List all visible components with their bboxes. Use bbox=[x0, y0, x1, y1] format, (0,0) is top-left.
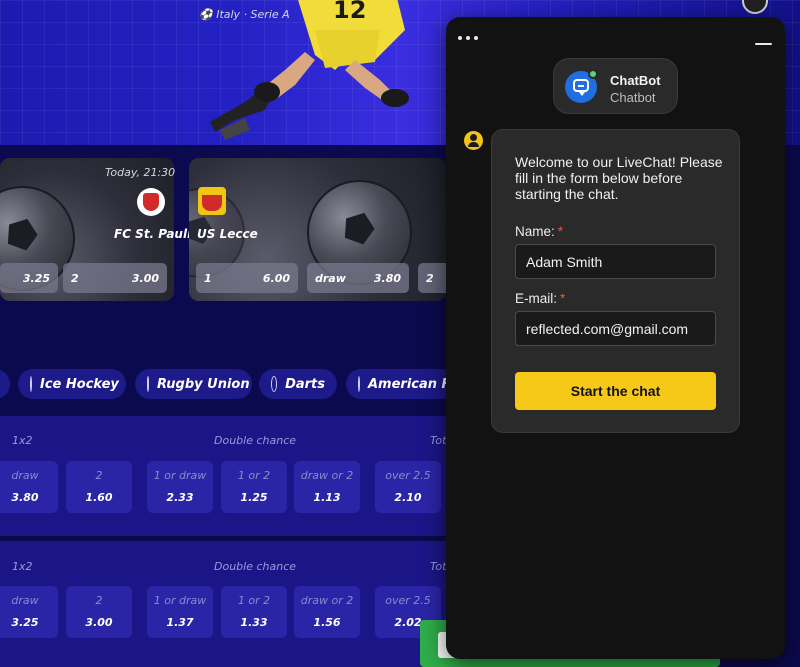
start-chat-button[interactable]: Start the chat bbox=[515, 372, 716, 410]
welcome-message: Welcome to our LiveChat! Please fill in … bbox=[515, 154, 723, 202]
market-header: 1x2 bbox=[12, 434, 33, 447]
american-football-icon bbox=[358, 376, 360, 392]
minimize-icon[interactable] bbox=[752, 34, 776, 54]
team-logo bbox=[137, 188, 165, 216]
agent-header: ChatBot Chatbot bbox=[553, 58, 678, 114]
darts-icon bbox=[271, 376, 278, 392]
league-label: ⚽ Italy · Serie A bbox=[199, 8, 290, 21]
name-field-label: Name: * bbox=[515, 224, 564, 239]
online-status-indicator bbox=[588, 69, 598, 79]
odd-button[interactable]: 1 or draw 2.33 bbox=[147, 461, 213, 513]
player-image: 12 bbox=[210, 0, 409, 140]
sport-chip-darts[interactable]: Darts bbox=[259, 369, 337, 399]
odd-button[interactable]: 2 3.00 bbox=[63, 263, 167, 293]
odd-button[interactable]: 1 or 2 1.33 bbox=[221, 586, 287, 638]
odd-button[interactable]: draw or 2 1.13 bbox=[294, 461, 360, 513]
odd-button[interactable]: draw 3.80 bbox=[0, 461, 58, 513]
odd-button[interactable]: draw 3.80 bbox=[307, 263, 409, 293]
odd-button[interactable]: draw or 2 1.56 bbox=[294, 586, 360, 638]
team-name: FC St. Pauli bbox=[114, 227, 192, 241]
team-logo bbox=[198, 187, 226, 215]
match-time: Today, 21:30 bbox=[105, 166, 176, 179]
prechat-form: Welcome to our LiveChat! Please fill in … bbox=[491, 129, 740, 433]
hockey-icon bbox=[30, 376, 32, 392]
odd-button[interactable]: 2 1.60 bbox=[66, 461, 132, 513]
odd-button[interactable]: 2 3.00 bbox=[66, 586, 132, 638]
odd-button[interactable]: 1 or draw 1.37 bbox=[147, 586, 213, 638]
agent-role: Chatbot bbox=[610, 90, 656, 105]
sport-chip-rugby-union[interactable]: Rugby Union bbox=[135, 369, 252, 399]
sport-chip-ice-hockey[interactable]: Ice Hockey bbox=[18, 369, 126, 399]
football-icon: ⚽ bbox=[199, 8, 217, 21]
required-marker: * bbox=[557, 224, 564, 239]
sport-chip-prev[interactable] bbox=[0, 369, 10, 399]
market-header: 1x2 bbox=[12, 560, 33, 573]
market-header: Double chance bbox=[214, 434, 297, 447]
market-header: Double chance bbox=[214, 560, 297, 573]
livechat-widget: ChatBot Chatbot Welcome to our LiveChat!… bbox=[446, 17, 785, 659]
odd-button[interactable]: 1 or 2 1.25 bbox=[221, 461, 287, 513]
odd-button[interactable]: 3.25 bbox=[0, 263, 58, 293]
agent-name: ChatBot bbox=[610, 73, 661, 88]
chat-bubble-icon bbox=[573, 79, 589, 96]
odd-button[interactable]: over 2.5 2.10 bbox=[375, 461, 441, 513]
email-field-label: E-mail: * bbox=[515, 291, 566, 306]
sport-chip-american-football[interactable]: American F bbox=[346, 369, 456, 399]
rugby-icon bbox=[147, 376, 149, 392]
jersey-number: 12 bbox=[333, 0, 366, 24]
team-name: US Lecce bbox=[197, 227, 258, 241]
market-header: Tot bbox=[430, 434, 447, 447]
odd-button[interactable]: draw 3.25 bbox=[0, 586, 58, 638]
email-input[interactable] bbox=[515, 311, 716, 346]
more-options-icon[interactable] bbox=[458, 32, 482, 44]
market-header: Tot bbox=[430, 560, 447, 573]
bot-user-icon bbox=[464, 131, 483, 150]
odd-button[interactable]: 1 6.00 bbox=[196, 263, 298, 293]
name-input[interactable] bbox=[515, 244, 716, 279]
required-marker: * bbox=[560, 291, 566, 306]
